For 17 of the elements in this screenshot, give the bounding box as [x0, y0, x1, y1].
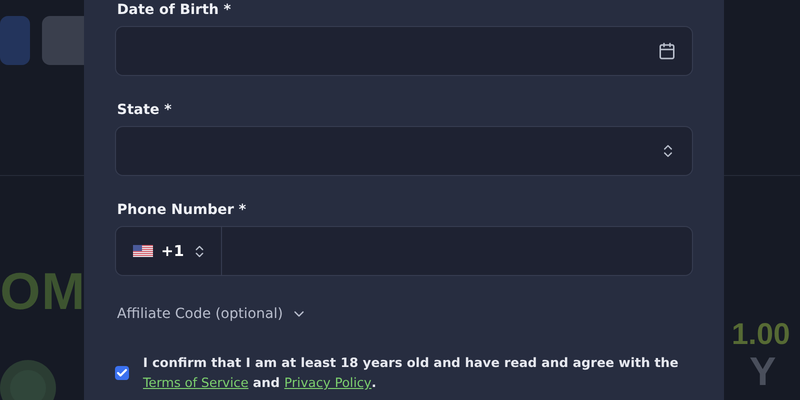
field-label: Phone Number *: [117, 202, 248, 218]
background-tile: [0, 16, 30, 65]
coin-icon: [0, 360, 56, 400]
field-label: State *: [117, 102, 173, 118]
affiliate-toggle[interactable]: Affiliate Code (optional): [115, 306, 309, 322]
privacy-link[interactable]: Privacy Policy: [284, 376, 372, 391]
flag-icon: [133, 245, 153, 257]
terms-link[interactable]: Terms of Service: [143, 376, 248, 391]
consent-checkbox[interactable]: [115, 366, 129, 380]
select-field[interactable]: [115, 126, 693, 176]
consent-text: I confirm that I am at least 18 years old and have read and agree with the Terms of Service and Privacy Policy.: [143, 355, 680, 393]
country-code-selector[interactable]: +1: [116, 227, 222, 275]
amount-text: 1.00: [732, 318, 790, 352]
promo-text: OM: [0, 266, 86, 318]
field-label: Date of Birth *: [117, 2, 232, 18]
calendar-icon[interactable]: [658, 42, 676, 60]
date-field[interactable]: [115, 26, 693, 76]
